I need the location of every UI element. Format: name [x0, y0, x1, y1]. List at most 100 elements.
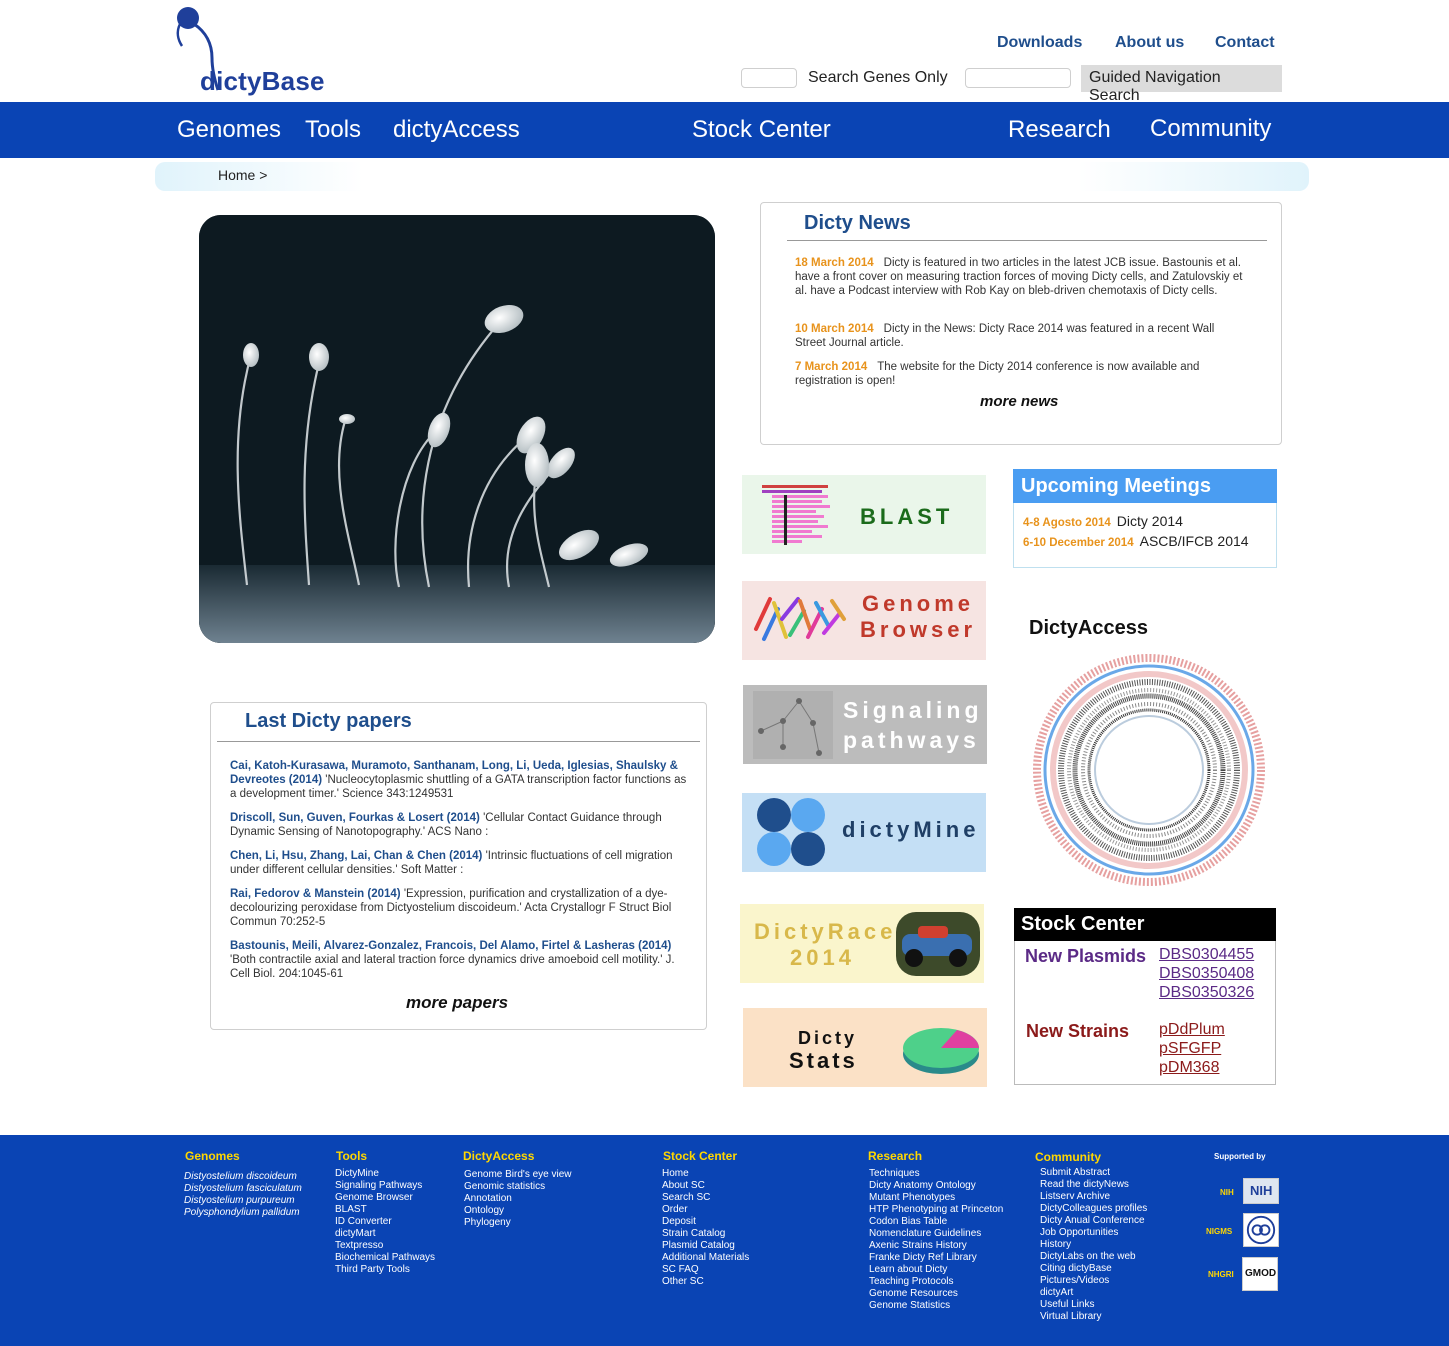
meeting-name: Dicty 2014	[1116, 513, 1183, 529]
footer-link[interactable]: Techniques	[869, 1168, 1003, 1180]
footer-link[interactable]: Genome Statistics	[869, 1300, 1003, 1312]
footer-stock-center-title[interactable]: Stock Center	[663, 1149, 737, 1163]
nav-stock-center[interactable]: Stock Center	[692, 116, 831, 144]
search-genes-label: Search Genes Only	[808, 69, 948, 86]
footer-link[interactable]: History	[1040, 1239, 1147, 1251]
search-genes-input[interactable]	[741, 68, 797, 88]
footer-dictyaccess-list: Genome Bird's eye view Genomic statistics…	[464, 1169, 572, 1229]
footer-link[interactable]: Plasmid Catalog	[662, 1240, 749, 1252]
footer-link[interactable]: About SC	[662, 1180, 749, 1192]
footer-link[interactable]: Distyostelium discoideum	[184, 1171, 302, 1183]
meeting-item[interactable]: 6-10 December 2014 ASCB/IFCB 2014	[1023, 533, 1249, 549]
footer-link[interactable]: Third Party Tools	[335, 1264, 435, 1276]
paper-authors[interactable]: Driscoll, Sun, Guven, Fourkas & Losert (…	[230, 812, 480, 824]
footer-link[interactable]: dictyMart	[335, 1228, 435, 1240]
logo-text[interactable]: dictyBase	[200, 66, 325, 97]
paper-authors[interactable]: Bastounis, Meili, Alvarez-Gonzalez, Fran…	[230, 940, 671, 952]
footer-link[interactable]: Pictures/Videos	[1040, 1275, 1147, 1287]
footer-community-title[interactable]: Community	[1035, 1150, 1101, 1164]
nav-dictyaccess[interactable]: dictyAccess	[393, 116, 520, 144]
footer-research-title[interactable]: Research	[868, 1149, 922, 1163]
footer-genomes-title[interactable]: Genomes	[185, 1149, 240, 1163]
nav-tools[interactable]: Tools	[305, 116, 361, 144]
footer-link[interactable]: Strain Catalog	[662, 1228, 749, 1240]
footer-link[interactable]: DictyMine	[335, 1168, 435, 1180]
footer-link[interactable]: Genome Bird's eye view	[464, 1169, 572, 1181]
footer-link[interactable]: Nomenclature Guidelines	[869, 1228, 1003, 1240]
nigms-logo[interactable]	[1243, 1213, 1279, 1247]
paper-authors[interactable]: Rai, Fedorov & Manstein (2014)	[230, 888, 401, 900]
signaling-pathways-tile[interactable]: Signaling pathways	[743, 685, 987, 764]
footer-link[interactable]: Codon Bias Table	[869, 1216, 1003, 1228]
footer-link[interactable]: Listserv Archive	[1040, 1191, 1147, 1203]
footer-link[interactable]: Biochemical Pathways	[335, 1252, 435, 1264]
footer-link[interactable]: DictyLabs on the web	[1040, 1251, 1147, 1263]
footer-link[interactable]: Other SC	[662, 1276, 749, 1288]
plasmid-link[interactable]: DBS0304455	[1159, 946, 1254, 964]
nih-logo[interactable]: NIH	[1243, 1178, 1279, 1204]
footer-link[interactable]: Genomic statistics	[464, 1181, 572, 1193]
plasmid-link[interactable]: DBS0350326	[1159, 984, 1254, 1002]
strain-link[interactable]: pDdPlum	[1159, 1021, 1225, 1039]
footer-link[interactable]: HTP Phenotyping at Princeton	[869, 1204, 1003, 1216]
footer-link[interactable]: Dicty Anatomy Ontology	[869, 1180, 1003, 1192]
contact-link[interactable]: Contact	[1215, 34, 1275, 52]
footer-link[interactable]: Ontology	[464, 1205, 572, 1217]
guided-search-input[interactable]	[965, 68, 1071, 88]
guided-search-button[interactable]: Guided Navigation Search	[1081, 65, 1282, 104]
footer-link[interactable]: Distyostelium purpureum	[184, 1195, 302, 1207]
blast-tile[interactable]: BLAST	[742, 475, 986, 554]
footer-link[interactable]: Learn about Dicty	[869, 1264, 1003, 1276]
genome-browser-tile[interactable]: Genome Browser	[742, 581, 986, 660]
meeting-item[interactable]: 4-8 Agosto 2014 Dicty 2014	[1023, 513, 1183, 529]
footer-link[interactable]: BLAST	[335, 1204, 435, 1216]
about-us-link[interactable]: About us	[1115, 34, 1184, 52]
footer-link[interactable]: Job Opportunities	[1040, 1227, 1147, 1239]
footer-link[interactable]: Submit Abstract	[1040, 1167, 1147, 1179]
footer-link[interactable]: Phylogeny	[464, 1217, 572, 1229]
footer-link[interactable]: DictyColleagues profiles	[1040, 1203, 1147, 1215]
footer-link[interactable]: Annotation	[464, 1193, 572, 1205]
footer-link[interactable]: Mutant Phenotypes	[869, 1192, 1003, 1204]
breadcrumb-home[interactable]: Home >	[218, 167, 267, 183]
strain-link[interactable]: pSFGFP	[1159, 1040, 1221, 1058]
nav-research[interactable]: Research	[1008, 116, 1111, 144]
footer-link[interactable]: Genome Resources	[869, 1288, 1003, 1300]
footer-link[interactable]: Dicty Anual Conference	[1040, 1215, 1147, 1227]
footer-link[interactable]: Textpresso	[335, 1240, 435, 1252]
nav-genomes[interactable]: Genomes	[177, 116, 281, 144]
footer-link[interactable]: Axenic Strains History	[869, 1240, 1003, 1252]
footer-link[interactable]: Useful Links	[1040, 1299, 1147, 1311]
more-news-link[interactable]: more news	[980, 393, 1058, 410]
footer-link[interactable]: dictyArt	[1040, 1287, 1147, 1299]
dicty-stats-tile[interactable]: Dicty Stats	[743, 1008, 987, 1087]
gmod-logo[interactable]: GMOD	[1242, 1257, 1278, 1291]
footer-link[interactable]: Home	[662, 1168, 749, 1180]
genome-circle-plot[interactable]	[1029, 650, 1269, 890]
nav-community[interactable]: Community	[1150, 115, 1271, 143]
footer-link[interactable]: Search SC	[662, 1192, 749, 1204]
footer-link[interactable]: Signaling Pathways	[335, 1180, 435, 1192]
footer-link[interactable]: Franke Dicty Ref Library	[869, 1252, 1003, 1264]
plasmid-link[interactable]: DBS0350408	[1159, 965, 1254, 983]
footer-link[interactable]: SC FAQ	[662, 1264, 749, 1276]
footer-link[interactable]: Virtual Library	[1040, 1311, 1147, 1323]
footer-link[interactable]: Distyostelium fasciculatum	[184, 1183, 302, 1195]
dictymine-tile[interactable]: dictyMine	[742, 793, 986, 872]
downloads-link[interactable]: Downloads	[997, 34, 1082, 52]
more-papers-link[interactable]: more papers	[406, 993, 508, 1013]
strain-link[interactable]: pDM368	[1159, 1059, 1219, 1077]
footer-link[interactable]: Read the dictyNews	[1040, 1179, 1147, 1191]
dictyrace-tile[interactable]: DictyRace 2014	[740, 904, 984, 983]
footer-link[interactable]: ID Converter	[335, 1216, 435, 1228]
footer-link[interactable]: Polysphondylium pallidum	[184, 1207, 302, 1219]
footer-link[interactable]: Genome Browser	[335, 1192, 435, 1204]
footer-link[interactable]: Deposit	[662, 1216, 749, 1228]
footer-tools-title[interactable]: Tools	[336, 1149, 367, 1163]
footer-link[interactable]: Citing dictyBase	[1040, 1263, 1147, 1275]
footer-link[interactable]: Teaching Protocols	[869, 1276, 1003, 1288]
footer-dictyaccess-title[interactable]: DictyAccess	[463, 1149, 534, 1163]
footer-link[interactable]: Order	[662, 1204, 749, 1216]
footer-link[interactable]: Additional Materials	[662, 1252, 749, 1264]
paper-authors[interactable]: Chen, Li, Hsu, Zhang, Lai, Chan & Chen (…	[230, 850, 482, 862]
